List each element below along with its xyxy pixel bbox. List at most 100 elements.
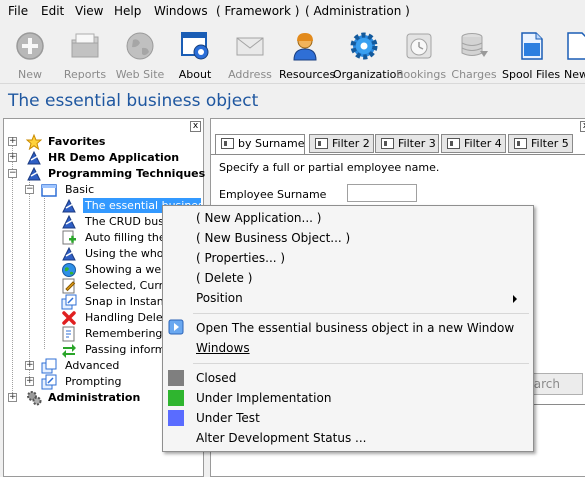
context-menu: ( New Application... ) ( New Business Ob… <box>162 205 534 452</box>
toolbar-resources-button[interactable]: Resources <box>279 22 336 84</box>
snap-in-icon <box>61 294 77 310</box>
toolbar-spool-files-button[interactable]: Spool Files <box>502 22 560 84</box>
toolbar-website-button[interactable]: Web Site <box>114 22 166 84</box>
tree-connector <box>29 179 30 381</box>
collapse-toggle[interactable]: − <box>8 169 17 178</box>
tree-label: Handling Delete <box>85 311 174 324</box>
remember-icon <box>62 326 75 342</box>
toolbar-reports-label: Reports <box>63 68 107 81</box>
menu-framework[interactable]: ( Framework ) <box>216 4 299 18</box>
reports-icon <box>71 33 99 58</box>
menu-item-delete[interactable]: ( Delete ) <box>196 271 252 285</box>
globe-icon <box>126 32 154 60</box>
tree-label: Advanced <box>65 359 120 372</box>
toolbar-charges-label: Charges <box>451 68 497 81</box>
gears-icon <box>27 391 42 406</box>
tree-close-button[interactable]: x <box>190 121 201 132</box>
tab-icon <box>221 138 234 149</box>
menu-file[interactable]: File <box>8 4 28 18</box>
new-window-icon <box>567 32 585 60</box>
toolbar-website-label: Web Site <box>115 68 165 81</box>
expand-toggle[interactable]: + <box>25 361 34 370</box>
toolbar-about-button[interactable]: About <box>174 22 216 84</box>
about-icon <box>181 32 209 60</box>
database-icon <box>461 33 488 57</box>
menu-separator <box>193 313 529 314</box>
toolbar-spool-files-label: Spool Files <box>502 68 561 81</box>
tree-connector <box>12 145 13 397</box>
tab-by-surname[interactable]: by Surname <box>215 134 305 154</box>
tree-label: Favorites <box>48 135 106 148</box>
collapse-toggle[interactable]: − <box>25 185 34 194</box>
expand-toggle[interactable]: + <box>8 137 17 146</box>
tab-label: by Surname <box>238 137 305 150</box>
tree-node-basic[interactable]: − Basic <box>25 182 195 198</box>
menu-item-new-application[interactable]: ( New Application... ) <box>196 211 321 225</box>
menu-windows[interactable]: Windows <box>154 4 208 18</box>
menu-administration[interactable]: ( Administration ) <box>305 4 410 18</box>
advanced-icon <box>41 358 57 374</box>
envelope-icon <box>236 37 264 56</box>
tree-node-favorites[interactable]: + Favorites <box>8 134 198 150</box>
status-under-test-swatch <box>168 410 184 426</box>
menu-help[interactable]: Help <box>114 4 141 18</box>
toolbar-new-button[interactable]: New <box>8 22 52 84</box>
menu-item-new-business-object[interactable]: ( New Business Object... ) <box>196 231 350 245</box>
expand-toggle[interactable]: + <box>25 377 34 386</box>
toolbar-organization-button[interactable]: Organization <box>333 22 404 84</box>
menu-separator <box>193 363 529 364</box>
panel-close-button[interactable]: x <box>580 121 585 132</box>
tree-label: Administration <box>48 391 141 404</box>
tree-connector <box>44 195 45 349</box>
tab-filter-4[interactable]: Filter 4 <box>441 134 506 153</box>
business-object-icon <box>62 198 76 213</box>
tab-icon <box>447 138 460 149</box>
open-window-icon <box>168 319 184 335</box>
expand-toggle[interactable]: + <box>8 153 17 162</box>
menu-item-windows[interactable]: Windows <box>196 341 250 355</box>
tab-label: Filter 3 <box>398 137 436 150</box>
toolbar-address-button[interactable]: Address <box>228 22 272 84</box>
submenu-arrow-icon <box>513 295 517 303</box>
tab-filter-3[interactable]: Filter 3 <box>375 134 439 153</box>
tree-node-programming-techniques[interactable]: − Programming Techniques <box>8 166 205 182</box>
person-icon <box>293 33 317 61</box>
menu-bar: File Edit View Help Windows ( Framework … <box>0 0 585 22</box>
tab-label: Filter 4 <box>464 137 502 150</box>
delete-icon <box>62 311 76 325</box>
menu-edit[interactable]: Edit <box>41 4 64 18</box>
document-icon <box>521 32 543 60</box>
toolbar-reports-button[interactable]: Reports <box>62 22 108 84</box>
menu-item-under-test[interactable]: Under Test <box>196 411 260 425</box>
search-instruction: Specify a full or partial employee name. <box>219 161 440 174</box>
menu-item-properties[interactable]: ( Properties... ) <box>196 251 285 265</box>
tab-icon <box>514 138 527 149</box>
toolbar-bookings-button[interactable]: Bookings <box>396 22 446 84</box>
tab-filter-5[interactable]: Filter 5 <box>508 134 573 153</box>
toolbar-new-window-button[interactable]: New <box>562 22 585 84</box>
toolbar-organization-label: Organization <box>333 68 404 81</box>
tree-label: Prompting <box>65 375 122 388</box>
toolbar-charges-button[interactable]: Charges <box>451 22 497 84</box>
surname-input[interactable] <box>347 184 417 202</box>
globe-icon <box>62 263 76 277</box>
prompting-icon <box>41 374 57 390</box>
page-title: The essential business object <box>8 91 259 111</box>
tree-node-hr-demo[interactable]: + HR Demo Application <box>8 150 198 166</box>
menu-item-closed[interactable]: Closed <box>196 371 236 385</box>
tree-label: HR Demo Application <box>48 151 180 164</box>
expand-toggle[interactable]: + <box>8 393 17 402</box>
menu-item-position[interactable]: Position <box>196 291 526 305</box>
menu-item-under-implementation[interactable]: Under Implementation <box>196 391 331 405</box>
menu-view[interactable]: View <box>75 4 103 18</box>
menu-item-open-in-new-window[interactable]: Open The essential business object in a … <box>196 321 514 335</box>
tab-label: Filter 2 <box>332 137 370 150</box>
tab-icon <box>315 138 328 149</box>
tab-filter-2[interactable]: Filter 2 <box>309 134 374 153</box>
menu-item-alter-development-status[interactable]: Alter Development Status ... <box>196 431 366 445</box>
transfer-arrows-icon <box>62 344 76 358</box>
status-closed-swatch <box>168 370 184 386</box>
toolbar-about-label: About <box>178 68 212 81</box>
toolbar-resources-label: Resources <box>279 68 336 81</box>
tree-label: Programming Techniques <box>48 167 206 180</box>
